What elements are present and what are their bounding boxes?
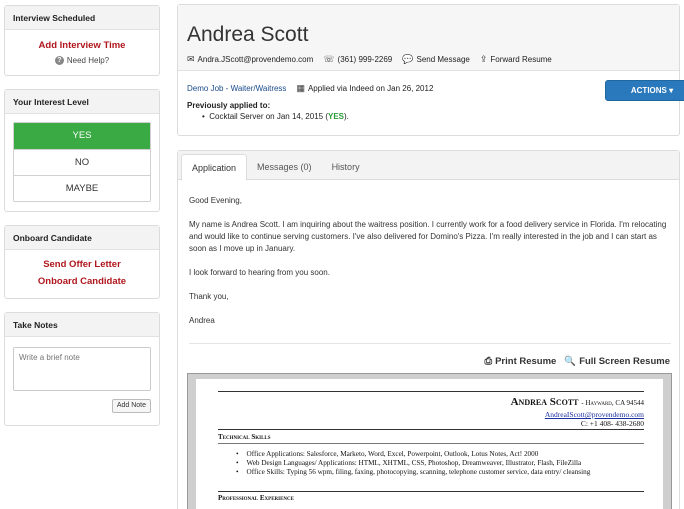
resume-rule-3: [218, 443, 644, 444]
print-resume-label: Print Resume: [495, 356, 557, 367]
tab-bar: Application Messages (0) History: [178, 151, 679, 181]
contact-row: ✉ Andra.JScott@provendemo.com ☏ (361) 99…: [187, 54, 679, 65]
resume-actions: ⎙ Print Resume 🔍 Full Screen Resume: [484, 356, 670, 367]
letter-thanks: Thank you,: [189, 292, 229, 301]
email-contact[interactable]: ✉ Andra.JScott@provendemo.com: [187, 54, 313, 65]
onboard-panel: Onboard Candidate Send Offer Letter Onbo…: [4, 225, 160, 299]
forward-resume-link[interactable]: ⇪ Forward Resume: [480, 54, 552, 65]
need-help-label: Need Help?: [66, 56, 110, 65]
add-note-button[interactable]: Add Note: [111, 399, 151, 413]
tab-history[interactable]: History: [322, 154, 370, 180]
divider: [189, 343, 671, 344]
interest-no-option[interactable]: NO: [14, 149, 150, 175]
resume-phone: C: +1 408- 438-2680: [580, 419, 644, 428]
skill-item: Web Design Languages/ Applications: HTML…: [236, 459, 590, 468]
phone-icon: ☏: [323, 54, 335, 64]
candidate-header-top: Andrea Scott ✉ Andra.JScott@provendemo.c…: [178, 5, 679, 71]
notes-heading: Take Notes: [5, 313, 159, 337]
interview-heading: Interview Scheduled: [5, 6, 159, 30]
phone-text: (361) 999-2269: [337, 55, 393, 64]
actions-dropdown-button[interactable]: ACTIONS ▾: [605, 80, 684, 101]
resume-rule-4: [218, 491, 644, 492]
forward-resume-label: Forward Resume: [490, 55, 552, 64]
interest-yes-option[interactable]: YES: [14, 123, 150, 149]
previous-job-text: Cocktail Server on Jan 14, 2015: [209, 112, 324, 121]
candidate-header: Andrea Scott ✉ Andra.JScott@provendemo.c…: [177, 4, 684, 136]
skill-item: Office Applications: Salesforce, Marketo…: [236, 450, 590, 459]
interest-heading: Your Interest Level: [5, 90, 159, 114]
interest-options: YES NO MAYBE: [13, 122, 151, 202]
cover-letter: Good Evening, My name is Andrea Scott. I…: [189, 195, 673, 339]
tab-application[interactable]: Application: [181, 154, 248, 181]
letter-greeting: Good Evening,: [189, 196, 242, 205]
interest-panel: Your Interest Level YES NO MAYBE: [4, 89, 160, 212]
envelope-icon: ✉: [187, 54, 195, 64]
need-help-link[interactable]: ? Need Help?: [5, 56, 159, 65]
previously-applied-label: Previously applied to:: [187, 101, 271, 110]
resume-viewer[interactable]: Andrea Scott - Hayward, CA 94544 AndreaI…: [187, 373, 672, 509]
resume-location: - Hayward, CA 94544: [581, 399, 644, 407]
resume-header: Andrea Scott - Hayward, CA 94544: [511, 396, 644, 408]
experience-heading: Professional Experience: [218, 494, 294, 502]
letter-closing: I look forward to hearing from you soon.: [189, 268, 330, 277]
note-input[interactable]: [13, 347, 151, 391]
question-icon: ?: [54, 56, 64, 65]
send-message-label: Send Message: [416, 55, 470, 64]
resume-rule-2: [218, 429, 644, 430]
interview-panel: Interview Scheduled Add Interview Time ?…: [4, 5, 160, 76]
email-text: Andra.JScott@provendemo.com: [197, 55, 314, 64]
resume-name: Andrea Scott: [510, 396, 579, 408]
interest-maybe-option[interactable]: MAYBE: [14, 175, 150, 201]
notes-panel: Take Notes Add Note: [4, 312, 160, 426]
skill-item: Office Skills: Typing 56 wpm, filing, fa…: [236, 468, 591, 477]
fullscreen-resume-label: Full Screen Resume: [579, 356, 670, 367]
skills-list: Office Applications: Salesforce, Marketo…: [236, 450, 591, 477]
onboard-heading: Onboard Candidate: [5, 226, 159, 250]
previous-application: • Cocktail Server on Jan 14, 2015 (YES).: [202, 112, 349, 121]
resume-document: Andrea Scott - Hayward, CA 94544 AndreaI…: [196, 379, 663, 509]
onboard-candidate-link[interactable]: Onboard Candidate: [5, 276, 159, 287]
job-line: Demo Job - Waiter/Waitress ▦ Applied via…: [187, 83, 433, 94]
phone-contact[interactable]: ☏ (361) 999-2269: [323, 54, 392, 65]
applied-info: ▦ Applied via Indeed on Jan 26, 2012: [296, 83, 433, 94]
fullscreen-resume-button[interactable]: 🔍 Full Screen Resume: [564, 356, 670, 367]
job-link[interactable]: Demo Job - Waiter/Waitress: [187, 84, 286, 93]
printer-icon: ⎙: [484, 356, 493, 367]
tech-skills-heading: Technical Skills: [218, 433, 271, 441]
previous-status: YES: [327, 112, 344, 121]
send-offer-letter-link[interactable]: Send Offer Letter: [5, 259, 159, 270]
resume-email[interactable]: AndreaIScott@provendemo.com: [545, 410, 644, 419]
tab-messages[interactable]: Messages (0): [247, 154, 322, 180]
letter-signature: Andrea: [189, 316, 215, 325]
application-card: Application Messages (0) History Good Ev…: [177, 150, 680, 509]
print-resume-button[interactable]: ⎙ Print Resume: [484, 356, 556, 367]
candidate-name: Andrea Scott: [187, 23, 309, 46]
chat-icon: 💬: [402, 54, 414, 64]
magnifier-icon: 🔍: [564, 356, 577, 367]
letter-body: My name is Andrea Scott. I am inquiring …: [189, 220, 667, 253]
resume-top-rule: [218, 391, 644, 392]
calendar-icon: ▦: [296, 83, 305, 93]
applied-text: Applied via Indeed on Jan 26, 2012: [307, 84, 434, 93]
forward-icon: ⇪: [479, 54, 488, 64]
add-interview-time-link[interactable]: Add Interview Time: [5, 40, 159, 51]
send-message-link[interactable]: 💬 Send Message: [402, 54, 470, 65]
